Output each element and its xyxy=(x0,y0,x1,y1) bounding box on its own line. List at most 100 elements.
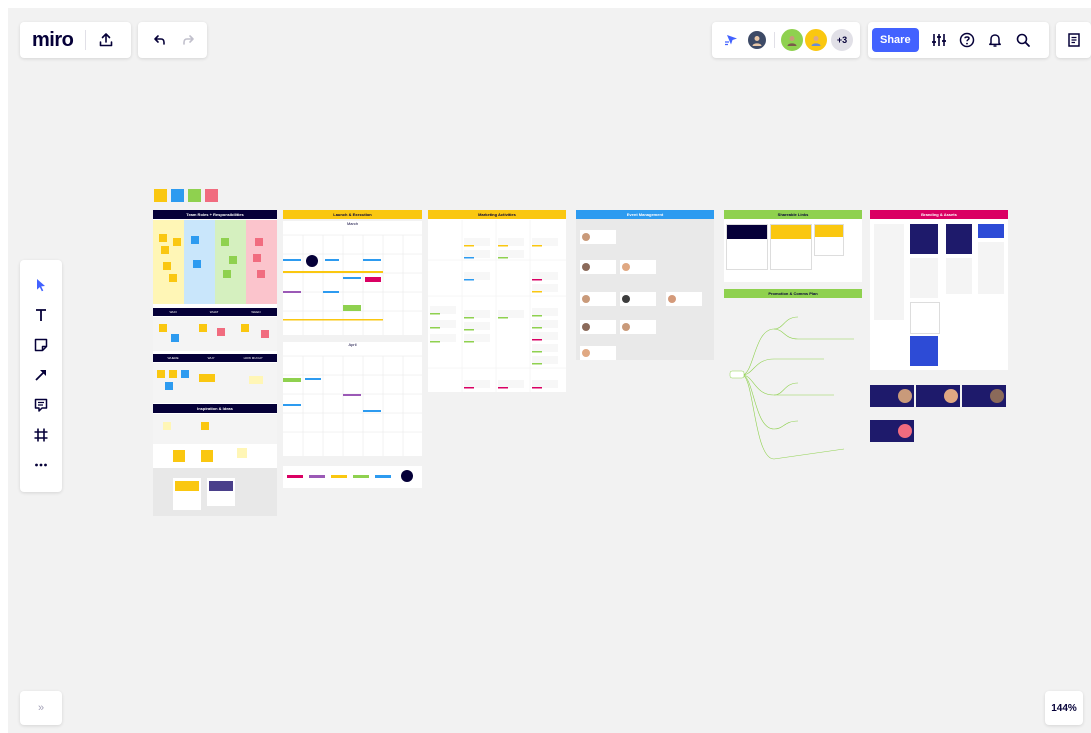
settings-sliders-icon[interactable] xyxy=(925,26,953,54)
arrow-icon[interactable] xyxy=(26,360,56,390)
sticky-note[interactable] xyxy=(173,450,185,462)
notifications-bell-icon[interactable] xyxy=(981,26,1009,54)
frame-branding-assets[interactable]: Branding & Assets xyxy=(870,210,1008,370)
sticky-note[interactable] xyxy=(154,189,167,202)
export-icon[interactable] xyxy=(90,24,122,56)
sticky-note[interactable] xyxy=(165,382,173,390)
sticky-note[interactable] xyxy=(191,236,199,244)
frame-event-management[interactable]: Event Management xyxy=(576,210,714,360)
sticky-note[interactable] xyxy=(229,256,237,264)
legend-chip xyxy=(353,475,369,478)
search-icon[interactable] xyxy=(1009,26,1037,54)
sticky-note[interactable] xyxy=(157,370,165,378)
inspiration-card[interactable] xyxy=(207,478,235,506)
sticky-note[interactable] xyxy=(163,422,171,430)
collaborator-avatar[interactable] xyxy=(781,29,803,51)
brand-asset[interactable] xyxy=(910,224,938,254)
sticky-note[interactable] xyxy=(201,422,209,430)
calendar-march: March xyxy=(283,221,422,335)
sticky-note[interactable] xyxy=(173,238,181,246)
comment-icon[interactable] xyxy=(26,390,56,420)
sticky-note[interactable] xyxy=(217,328,225,336)
frame-shareable-links[interactable]: Shareable Links xyxy=(724,210,862,282)
sticky-note[interactable] xyxy=(193,260,201,268)
sticky-note[interactable] xyxy=(171,189,184,202)
sticky-note[interactable] xyxy=(163,262,171,270)
speaker-banner[interactable] xyxy=(870,420,914,442)
frame-title: Launch & Execution xyxy=(283,210,422,219)
collaborator-avatar[interactable] xyxy=(805,29,827,51)
when-label: WHEN xyxy=(251,310,261,314)
history-toolbar xyxy=(138,22,207,58)
sticky-note[interactable] xyxy=(201,450,213,462)
expand-panel-button[interactable]: » xyxy=(20,691,62,725)
share-toolbar: Share xyxy=(868,22,1049,58)
brand-guide[interactable] xyxy=(874,224,904,320)
zoom-level[interactable]: 144% xyxy=(1045,691,1083,725)
sticky-note[interactable] xyxy=(171,334,179,342)
cursor-follow-icon[interactable] xyxy=(720,28,744,52)
sticky-note[interactable] xyxy=(223,270,231,278)
sticky-note[interactable] xyxy=(241,324,249,332)
speaker-photo xyxy=(898,389,912,403)
role-column xyxy=(246,220,277,304)
sticky-note[interactable] xyxy=(255,238,263,246)
sticky-note[interactable] xyxy=(205,189,218,202)
share-button[interactable]: Share xyxy=(872,28,919,52)
speaker-banner[interactable] xyxy=(870,385,914,407)
collaborator-avatar[interactable] xyxy=(746,29,768,51)
brand-asset[interactable] xyxy=(910,258,938,298)
more-collaborators-badge[interactable]: +3 xyxy=(831,29,853,51)
why-label: WHY xyxy=(207,356,215,360)
link-card[interactable] xyxy=(726,224,768,270)
board-menu-toolbar xyxy=(1056,22,1091,58)
legend-avatar xyxy=(401,470,413,482)
sticky-note[interactable] xyxy=(257,270,265,278)
link-card-image xyxy=(771,225,811,239)
sticky-note[interactable] xyxy=(221,238,229,246)
brand-asset[interactable] xyxy=(910,336,938,366)
brand-asset[interactable] xyxy=(910,302,940,334)
inspiration-card[interactable] xyxy=(173,478,201,510)
sticky-note[interactable] xyxy=(253,254,261,262)
link-card[interactable] xyxy=(770,224,812,270)
sticky-note[interactable] xyxy=(199,374,215,382)
sticky-note[interactable] xyxy=(261,330,269,338)
brand-asset[interactable] xyxy=(946,258,972,294)
speaker-banner[interactable] xyxy=(962,385,1006,407)
speaker-banner[interactable] xyxy=(916,385,960,407)
sticky-note[interactable] xyxy=(169,274,177,282)
brand-asset[interactable] xyxy=(978,224,1004,238)
select-icon[interactable] xyxy=(26,270,56,300)
frame-promotion-comms[interactable]: Promotion & Comms Plan xyxy=(724,289,862,469)
notes-list-icon[interactable] xyxy=(1060,26,1088,54)
miro-logo[interactable]: miro xyxy=(32,29,74,52)
frame-icon[interactable] xyxy=(26,420,56,450)
undo-icon[interactable] xyxy=(144,25,174,55)
speaker-photo xyxy=(944,389,958,403)
collaborators-divider xyxy=(774,32,775,48)
sticky-note[interactable] xyxy=(188,189,201,202)
frame-launch-execution[interactable]: Launch & Execution March April xyxy=(283,210,422,488)
sticky-note[interactable] xyxy=(237,448,247,458)
help-icon[interactable] xyxy=(953,26,981,54)
board-canvas[interactable]: miro +3 Share Team Roles + Responsibilit… xyxy=(8,8,1091,733)
more-icon[interactable] xyxy=(26,450,56,480)
sticky-note-icon[interactable] xyxy=(26,330,56,360)
sticky-note[interactable] xyxy=(199,324,207,332)
sticky-note[interactable] xyxy=(161,246,169,254)
sticky-note[interactable] xyxy=(169,370,177,378)
speaker-photo xyxy=(990,389,1004,403)
link-card[interactable] xyxy=(814,224,844,256)
text-icon[interactable] xyxy=(26,300,56,330)
redo-icon[interactable] xyxy=(174,25,204,55)
frame-marketing-activities[interactable]: Marketing Activities xyxy=(428,210,566,392)
sticky-note[interactable] xyxy=(159,324,167,332)
sticky-note[interactable] xyxy=(159,234,167,242)
sticky-note[interactable] xyxy=(249,376,263,384)
calendar-legend xyxy=(283,466,422,488)
brand-asset[interactable] xyxy=(946,224,972,254)
frame-team-roles[interactable]: Team Roles + Responsibilities WHO WHAT W… xyxy=(153,210,277,516)
brand-asset[interactable] xyxy=(978,242,1004,294)
sticky-note[interactable] xyxy=(181,370,189,378)
